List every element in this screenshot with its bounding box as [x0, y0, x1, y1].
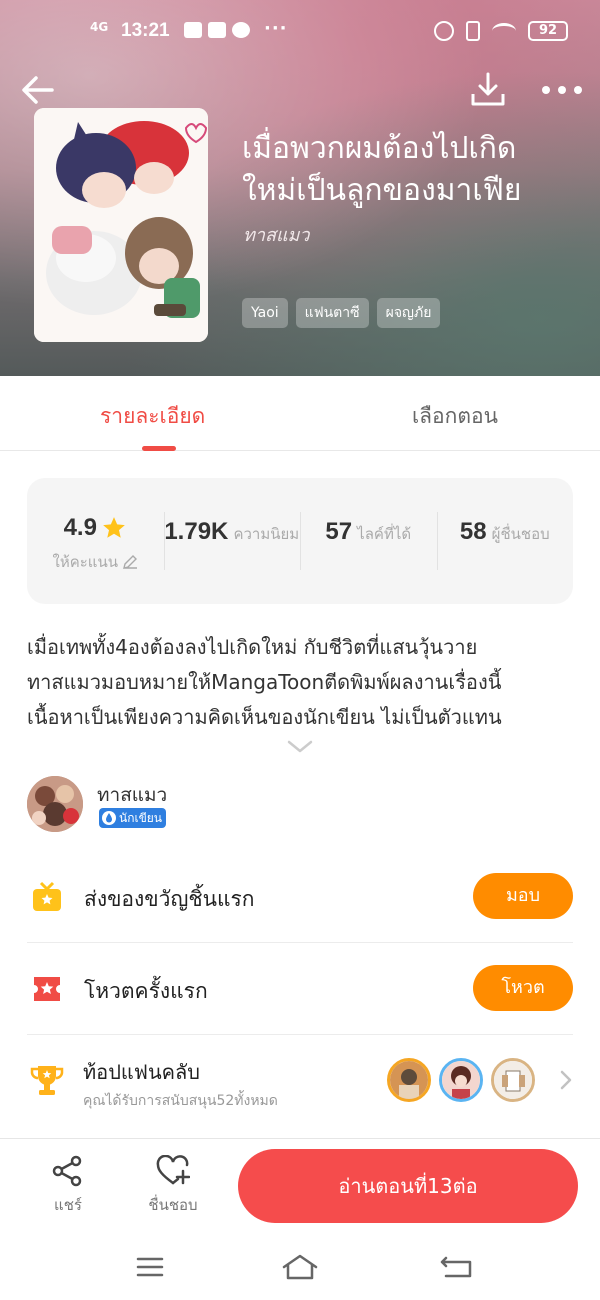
stat-rating[interactable]: 4.9 ให้คะแนน: [27, 478, 164, 604]
menu-icon[interactable]: [130, 1252, 170, 1282]
author-badge: นักเขียน: [99, 808, 167, 828]
back-nav-icon[interactable]: [436, 1252, 476, 1282]
tab-bar: รายละเอียด เลือกตอน: [0, 376, 600, 451]
stats-panel: 4.9 ให้คะแนน 1.79K ความนิยม 57 ไลค์ที่ได…: [27, 478, 573, 604]
back-arrow-icon[interactable]: [18, 70, 58, 110]
vote-button[interactable]: โหวต: [473, 965, 573, 1011]
hero-header: 4G 13:21 ··· 92 เมื่อพวกผมต้องไปเกิด ใหม…: [0, 0, 600, 376]
author-badge-label: นักเขียน: [119, 810, 163, 825]
stat-popularity-value: 1.79K: [164, 518, 229, 545]
comic-author[interactable]: ทาสแมว: [243, 220, 310, 249]
system-icons: 92: [434, 21, 568, 41]
stat-likes: 57 ไลค์ที่ได้: [300, 478, 437, 604]
comic-title-line-2: ใหม่เป็นลูกของมาเฟีย: [242, 174, 522, 207]
stat-favorites: 58 ผู้ชื่นชอบ: [436, 478, 574, 604]
author-avatar[interactable]: [27, 776, 83, 832]
status-bar: 4G 13:21 ··· 92: [0, 16, 600, 48]
favorite-label: ชื่นชอบ: [148, 1196, 198, 1214]
stat-rating-value: 4.9: [63, 514, 97, 541]
tab-episodes[interactable]: เลือกตอน: [412, 400, 498, 433]
youtube-icon: [184, 22, 202, 38]
alarm-icon: [434, 21, 454, 41]
tag-fantasy[interactable]: แฟนตาซี: [295, 298, 369, 328]
comic-cover-image[interactable]: [34, 108, 208, 342]
stat-popularity: 1.79K ความนิยม: [163, 478, 301, 604]
network-indicator: 4G: [90, 20, 108, 34]
description[interactable]: เมื่อเทพทั้ง4องต้องลงไปเกิดใหม่ กับชีวิต…: [27, 630, 583, 735]
stat-favorites-value: 58: [459, 518, 487, 545]
active-tab-indicator: [142, 446, 176, 451]
description-line: ทาสแมวมอบหมายให้MangaToonตีดพิมพ์ผลงานเร…: [27, 670, 502, 694]
tag-yaoi[interactable]: Yaoi: [242, 298, 288, 328]
tab-detail[interactable]: รายละเอียด: [100, 400, 205, 433]
trophy-icon: [30, 1066, 64, 1095]
favorite-button[interactable]: ชื่นชอบ: [144, 1155, 202, 1217]
fan-club-row[interactable]: ท้อปแฟนคลับ คุณได้รับการสนับสนุน52ทั้งหม…: [27, 1036, 573, 1140]
share-button[interactable]: แชร์: [48, 1155, 88, 1217]
wifi-icon: [492, 23, 516, 39]
chevron-right-icon: [560, 1070, 572, 1090]
clock: 13:21: [121, 20, 170, 41]
top-fan-avatars: [387, 1058, 535, 1102]
description-line: เมื่อเทพทั้ง4องต้องลงไปเกิดใหม่ กับชีวิต…: [27, 635, 478, 659]
battery-icon: 92: [528, 21, 568, 41]
heart-plus-icon: [156, 1155, 190, 1185]
give-button[interactable]: มอบ: [473, 873, 573, 919]
stat-likes-label: ไลค์ที่ได้: [357, 525, 412, 543]
vote-label: โหวตครั้งแรก: [84, 979, 208, 1003]
pencil-icon: [123, 555, 137, 569]
fan-club-title: ท้อปแฟนคลับ: [83, 1060, 200, 1084]
tag-adventure[interactable]: ผจญภัย: [376, 298, 441, 328]
droplet-icon: [102, 811, 116, 825]
system-nav-bar: [0, 1234, 600, 1300]
star-icon: [103, 517, 125, 538]
continue-reading-button[interactable]: อ่านตอนที่13ต่อ: [238, 1149, 578, 1223]
top-fan-avatar: [439, 1058, 483, 1102]
stat-likes-value: 57: [325, 518, 353, 545]
more-notifications-icon: ···: [264, 18, 288, 39]
comic-title: เมื่อพวกผมต้องไปเกิด ใหม่เป็นลูกของมาเฟี…: [242, 128, 582, 212]
bottom-action-bar: แชร์ ชื่นชอบ อ่านตอนที่13ต่อ: [0, 1138, 600, 1234]
share-icon: [52, 1155, 82, 1187]
stat-popularity-label: ความนิยม: [233, 525, 300, 543]
app-icon: [232, 22, 250, 38]
ticket-icon: [34, 977, 60, 1001]
home-icon[interactable]: [280, 1252, 320, 1282]
more-options-icon[interactable]: [538, 74, 586, 106]
vibrate-icon: [466, 21, 480, 41]
network-label: 4G: [90, 20, 109, 34]
expand-chevron-down-icon[interactable]: [286, 738, 314, 756]
description-line: เนื้อหาเป็นเพียงความคิดเห็นของนักเขียน ไ…: [27, 705, 502, 729]
gift-label: ส่งของขวัญชิ้นแรก: [84, 887, 255, 911]
gift-row: ส่งของขวัญชิ้นแรก มอบ: [27, 851, 573, 943]
download-icon[interactable]: [468, 70, 508, 110]
share-label: แชร์: [54, 1196, 82, 1214]
author-name[interactable]: ทาสแมว: [97, 780, 167, 810]
top-fan-avatar: [491, 1058, 535, 1102]
battery-level: 92: [538, 23, 558, 38]
gift-icon: [33, 881, 61, 911]
top-fan-avatar: [387, 1058, 431, 1102]
mail-icon: [208, 22, 226, 38]
fan-club-subtitle: คุณได้รับการสนับสนุน52ทั้งหมด: [83, 1093, 278, 1109]
stat-favorites-label: ผู้ชื่นชอบ: [491, 525, 550, 543]
genre-tags: Yaoi แฟนตาซี ผจญภัย: [242, 298, 441, 328]
comic-title-line-1: เมื่อพวกผมต้องไปเกิด: [242, 132, 517, 165]
notification-icons: [184, 22, 250, 38]
stat-rating-label: ให้คะแนน: [52, 553, 118, 571]
vote-row: โหวตครั้งแรก โหวต: [27, 943, 573, 1035]
